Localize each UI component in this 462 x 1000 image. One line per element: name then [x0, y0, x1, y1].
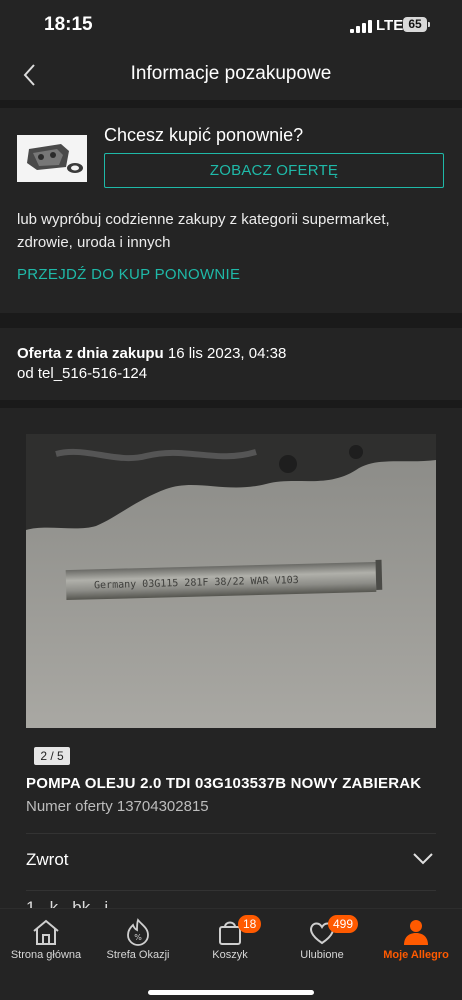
cart-badge: 18	[238, 915, 262, 933]
home-indicator	[148, 990, 314, 995]
tab-label-favorites: Ulubione	[300, 949, 344, 961]
product-photo[interactable]: Germany 03G115 281F 38/22 WAR V103	[26, 434, 436, 728]
svg-text:%: %	[134, 933, 142, 942]
tab-cart[interactable]: 18 Koszyk	[184, 909, 276, 979]
status-bar: 18:15 LTE 65	[0, 0, 462, 50]
tab-deals[interactable]: % Strefa Okazji	[92, 909, 184, 979]
product-card: Germany 03G115 281F 38/22 WAR V103 2 / 5…	[0, 408, 462, 910]
battery-icon: 65	[403, 17, 427, 32]
tab-favorites[interactable]: 499 Ulubione	[276, 909, 368, 979]
divider	[26, 890, 436, 891]
offer-date-line: Oferta z dnia zakupu 16 lis 2023, 04:38	[17, 345, 286, 362]
tab-label-cart: Koszyk	[212, 949, 248, 961]
offer-number: Numer oferty 13704302815	[26, 798, 209, 815]
network-type: LTE	[376, 17, 404, 34]
discount-tag-icon: %	[127, 918, 149, 946]
signal-icon	[350, 20, 372, 33]
user-icon	[404, 920, 428, 945]
product-title[interactable]: POMPA OLEJU 2.0 TDI 03G103537B NOWY ZABI…	[26, 775, 421, 792]
offer-date-value: 16 lis 2023, 04:38	[167, 345, 287, 362]
return-row[interactable]: Zwrot	[26, 838, 436, 878]
repurchase-link[interactable]: PRZEJDŹ DO KUP PONOWNIE	[17, 266, 240, 283]
battery-tip	[428, 22, 430, 27]
return-label: Zwrot	[26, 850, 69, 869]
divider	[26, 833, 436, 834]
tab-label-my-allegro: Moje Allegro	[383, 949, 449, 961]
favorites-badge: 499	[328, 915, 359, 933]
bottom-tab-bar: Strona główna % Strefa Okazji 18 Koszyk …	[0, 908, 462, 1000]
photo-counter: 2 / 5	[34, 747, 70, 765]
view-offer-button[interactable]: ZOBACZ OFERTĘ	[104, 153, 444, 188]
suggestion-text: lub wypróbuj codzienne zakupy z kategori…	[17, 211, 390, 251]
offer-info-card: Oferta z dnia zakupu 16 lis 2023, 04:38 …	[0, 328, 462, 400]
status-time: 18:15	[44, 14, 93, 35]
tab-home[interactable]: Strona główna	[0, 909, 92, 979]
product-thumbnail[interactable]	[17, 135, 87, 182]
tab-label-deals: Strefa Okazji	[106, 949, 170, 961]
nav-header: Informacje pozakupowe	[0, 50, 462, 100]
offer-date-label: Oferta z dnia zakupu	[17, 345, 164, 362]
tab-label-home: Strona główna	[10, 949, 82, 961]
buy-again-card: Chcesz kupić ponownie? ZOBACZ OFERTĘ lub…	[0, 108, 462, 313]
buy-again-title: Chcesz kupić ponownie?	[104, 125, 304, 145]
tab-my-allegro[interactable]: Moje Allegro	[370, 909, 462, 979]
home-icon	[33, 919, 59, 945]
chevron-down-icon	[413, 853, 433, 865]
page-title: Informacje pozakupowe	[130, 63, 332, 84]
seller-line: od tel_516-516-124	[17, 365, 148, 382]
